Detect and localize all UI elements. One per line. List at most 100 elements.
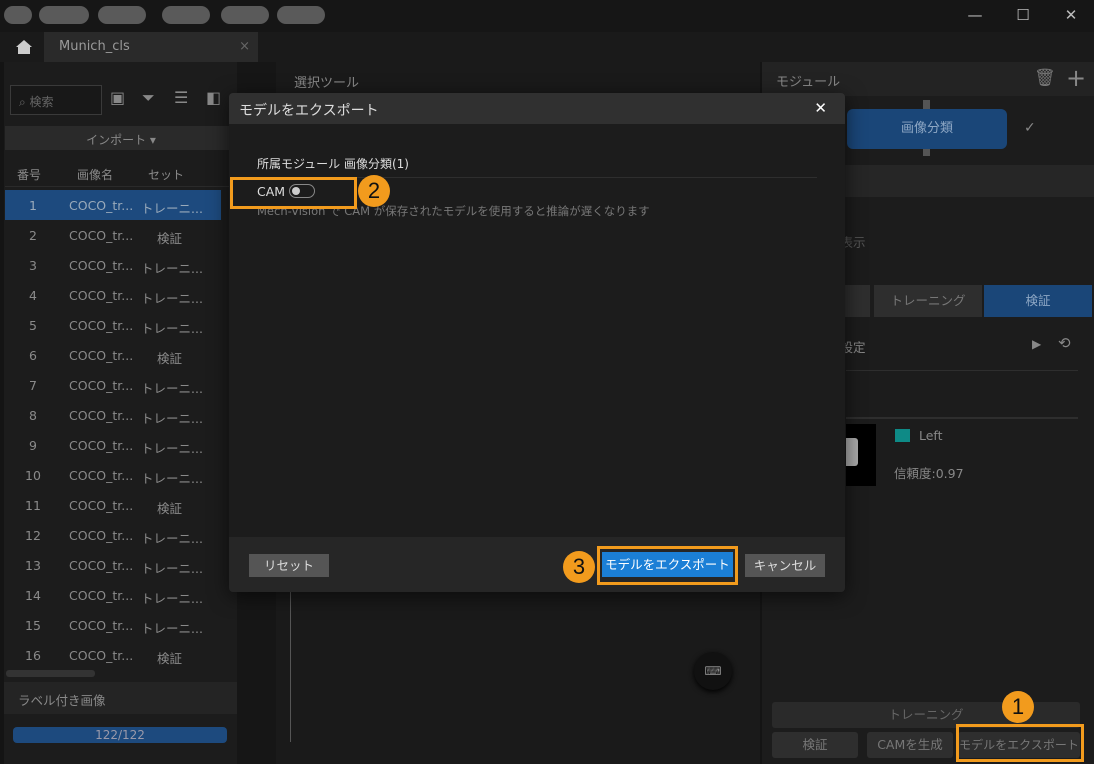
- tab-training[interactable]: トレーニング: [874, 285, 982, 317]
- result-class: Left: [919, 428, 943, 443]
- home-icon[interactable]: [16, 40, 32, 54]
- row-number: 7: [29, 378, 37, 393]
- menu-pill[interactable]: [39, 6, 89, 24]
- cancel-button[interactable]: キャンセル: [745, 554, 825, 577]
- row-set: トレーニ...: [141, 381, 203, 396]
- highlight-step2: [230, 177, 357, 209]
- menu-pill[interactable]: [162, 6, 210, 24]
- horizontal-scrollbar[interactable]: [6, 670, 95, 677]
- tab-munich-cls[interactable]: Munich_cls ×: [44, 32, 258, 62]
- filter-icon[interactable]: ⏷: [142, 88, 155, 108]
- menu-pill[interactable]: [4, 6, 32, 24]
- row-number: 15: [25, 618, 41, 633]
- row-number: 2: [29, 228, 37, 243]
- row-set: トレーニ...: [141, 441, 203, 456]
- row-number: 3: [29, 258, 37, 273]
- step2-badge: 2: [358, 175, 390, 207]
- row-image-name: COCO_tr...: [69, 468, 134, 483]
- confidence: 信頼度:0.97: [894, 466, 964, 481]
- row-set: 検証: [157, 351, 183, 366]
- module-title: モジュール: [776, 75, 841, 90]
- table-row[interactable]: 10 COCO_tr... トレーニ...: [5, 460, 221, 490]
- trash-icon[interactable]: 🗑: [1034, 68, 1056, 88]
- table-row[interactable]: 4 COCO_tr... トレーニ...: [5, 280, 221, 310]
- close-button[interactable]: ✕: [1056, 6, 1086, 24]
- row-image-name: COCO_tr...: [69, 318, 134, 333]
- row-number: 14: [25, 588, 41, 603]
- row-image-name: COCO_tr...: [69, 528, 134, 543]
- row-set: トレーニ...: [141, 561, 203, 576]
- dialog-footer: リセット モデルをエクスポート キャンセル: [229, 537, 845, 592]
- labeled-images-title: ラベル付き画像: [4, 682, 237, 714]
- table-row[interactable]: 3 COCO_tr... トレーニ...: [5, 250, 221, 280]
- column-number[interactable]: 番号: [17, 166, 41, 183]
- module-image-classification[interactable]: 画像分類: [847, 109, 1007, 149]
- row-set: トレーニ...: [141, 531, 203, 546]
- row-image-name: COCO_tr...: [69, 648, 134, 663]
- row-set: 検証: [157, 231, 183, 246]
- table-row[interactable]: 16 COCO_tr... 検証: [5, 640, 221, 670]
- table-row[interactable]: 15 COCO_tr... トレーニ...: [5, 610, 221, 640]
- row-image-name: COCO_tr...: [69, 258, 134, 273]
- layout-icon[interactable]: ◧: [206, 88, 221, 107]
- row-image-name: COCO_tr...: [69, 498, 134, 513]
- progress-text: 122/122: [95, 728, 145, 742]
- tab-label: Munich_cls: [59, 39, 130, 54]
- list-icon[interactable]: ☰: [174, 88, 188, 107]
- row-image-name: COCO_tr...: [69, 438, 134, 453]
- module-label: 所属モジュール 画像分類(1): [257, 157, 409, 171]
- table-row[interactable]: 9 COCO_tr... トレーニ...: [5, 430, 221, 460]
- menu-pill[interactable]: [221, 6, 269, 24]
- row-set: 検証: [157, 651, 183, 666]
- history-icon[interactable]: ⟲: [1058, 334, 1071, 352]
- minimize-button[interactable]: —: [960, 6, 990, 24]
- row-image-name: COCO_tr...: [69, 588, 134, 603]
- column-image-name[interactable]: 画像名: [77, 166, 113, 183]
- menu-pill[interactable]: [98, 6, 146, 24]
- row-set: トレーニ...: [141, 621, 203, 636]
- maximize-button[interactable]: ☐: [1008, 6, 1038, 24]
- dialog-close-icon[interactable]: ✕: [814, 99, 827, 117]
- highlight-step3: [597, 546, 738, 585]
- class-color-swatch: [895, 429, 910, 442]
- row-image-name: COCO_tr...: [69, 198, 134, 213]
- table-row[interactable]: 7 COCO_tr... トレーニ...: [5, 370, 221, 400]
- table-row[interactable]: 13 COCO_tr... トレーニ...: [5, 550, 221, 580]
- table-row[interactable]: 2 COCO_tr... 検証: [5, 220, 221, 250]
- row-image-name: COCO_tr...: [69, 558, 134, 573]
- search-placeholder: 検索: [29, 95, 54, 109]
- image-settings-icon[interactable]: ▣: [110, 88, 125, 107]
- search-input[interactable]: ⌕ 検索: [10, 85, 102, 115]
- row-set: トレーニ...: [141, 411, 203, 426]
- row-number: 12: [25, 528, 41, 543]
- generate-cam-button[interactable]: CAMを生成: [867, 732, 953, 758]
- table-row[interactable]: 8 COCO_tr... トレーニ...: [5, 400, 221, 430]
- row-image-name: COCO_tr...: [69, 378, 134, 393]
- table-row[interactable]: 6 COCO_tr... 検証: [5, 340, 221, 370]
- table-row[interactable]: 14 COCO_tr... トレーニ...: [5, 580, 221, 610]
- tab-verify[interactable]: 検証: [984, 285, 1092, 317]
- table-row[interactable]: 11 COCO_tr... 検証: [5, 490, 221, 520]
- table-row[interactable]: 1 COCO_tr... トレーニ...: [5, 190, 221, 220]
- keyboard-icon[interactable]: ⌨: [694, 652, 732, 690]
- import-label: インポート: [86, 133, 147, 147]
- menu-pill[interactable]: [277, 6, 325, 24]
- import-button[interactable]: インポート ▾: [5, 126, 237, 150]
- column-set[interactable]: セット: [148, 166, 184, 183]
- row-number: 16: [25, 648, 41, 663]
- table-row[interactable]: 12 COCO_tr... トレーニ...: [5, 520, 221, 550]
- table-row[interactable]: 5 COCO_tr... トレーニ...: [5, 310, 221, 340]
- tab-close-icon[interactable]: ×: [239, 39, 250, 54]
- verify-button[interactable]: 検証: [772, 732, 858, 758]
- title-bar: — ☐ ✕: [0, 0, 1094, 32]
- add-icon[interactable]: +: [1066, 64, 1086, 92]
- step3-badge: 3: [563, 551, 595, 583]
- reset-button[interactable]: リセット: [249, 554, 329, 577]
- row-set: トレーニ...: [141, 291, 203, 306]
- step1-badge: 1: [1002, 691, 1034, 723]
- play-icon[interactable]: ▶: [1032, 337, 1041, 351]
- row-number: 13: [25, 558, 41, 573]
- dialog-title: モデルをエクスポート: [239, 103, 379, 119]
- highlight-step1: [956, 724, 1084, 762]
- result-thumbnail: [846, 424, 876, 486]
